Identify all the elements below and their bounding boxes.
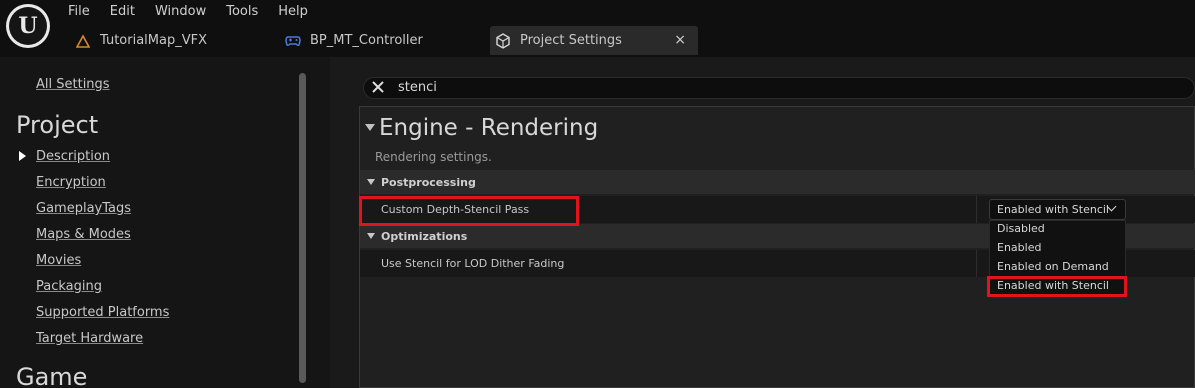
tab-label: TutorialMap_VFX xyxy=(100,33,208,48)
gamepad-icon xyxy=(284,32,302,50)
project-heading: Project xyxy=(16,111,99,139)
section-title: Engine - Rendering xyxy=(379,115,599,141)
menu-help[interactable]: Help xyxy=(276,4,326,20)
tab-bp-mt-controller[interactable]: BP_MT_Controller xyxy=(284,26,484,55)
section-subtitle: Rendering settings. xyxy=(375,150,492,164)
sidebar-item-gameplaytags[interactable]: GameplayTags xyxy=(36,201,131,217)
sidebar-item-maps-modes[interactable]: Maps & Modes xyxy=(36,227,131,243)
level-icon xyxy=(74,32,92,50)
all-settings-link[interactable]: All Settings xyxy=(36,77,110,93)
highlight-box-option xyxy=(987,276,1127,297)
settings-cube-icon xyxy=(494,32,512,50)
sidebar-item-movies[interactable]: Movies xyxy=(36,253,81,269)
category-collapse-icon[interactable] xyxy=(367,233,375,239)
highlight-box-property xyxy=(359,196,579,226)
menu-tools[interactable]: Tools xyxy=(224,4,276,20)
sidebar-item-encryption[interactable]: Encryption xyxy=(36,175,106,191)
category-collapse-icon[interactable] xyxy=(367,179,375,185)
search-value[interactable]: stenci xyxy=(398,80,437,96)
select-value: Enabled with Stencil xyxy=(997,203,1109,216)
dropdown-option-disabled[interactable]: Disabled xyxy=(997,222,1045,236)
dropdown-option-enabled[interactable]: Enabled xyxy=(997,241,1041,255)
sidebar-item-description[interactable]: Description xyxy=(36,149,110,165)
tab-project-settings[interactable]: Project Settings × xyxy=(490,26,698,55)
menu-file[interactable]: File xyxy=(66,4,108,20)
category-label: Postprocessing xyxy=(381,176,476,189)
property-label: Use Stencil for LOD Dither Fading xyxy=(381,257,565,270)
dropdown-option-enabled-on-demand[interactable]: Enabled on Demand xyxy=(997,260,1109,274)
clear-search-icon[interactable] xyxy=(370,80,386,96)
game-heading: Game xyxy=(16,363,88,388)
unreal-logo-icon[interactable]: U xyxy=(6,4,50,48)
sidebar-item-supported-platforms[interactable]: Supported Platforms xyxy=(36,305,169,321)
category-label: Optimizations xyxy=(381,230,468,243)
tab-label: Project Settings xyxy=(520,33,622,48)
title-bar: U File Edit Window Tools Help TutorialMa… xyxy=(0,0,1195,57)
tab-tutorialmap-vfx[interactable]: TutorialMap_VFX xyxy=(74,26,274,55)
column-divider[interactable] xyxy=(976,196,977,223)
tab-close-button[interactable]: × xyxy=(674,32,686,48)
menu-bar: File Edit Window Tools Help xyxy=(66,4,326,20)
custom-depth-stencil-select[interactable]: Enabled with Stencil xyxy=(989,199,1126,220)
sidebar-item-target-hardware[interactable]: Target Hardware xyxy=(36,331,143,347)
sidebar-item-packaging[interactable]: Packaging xyxy=(36,279,102,295)
tab-label: BP_MT_Controller xyxy=(310,33,423,48)
section-collapse-icon[interactable] xyxy=(365,124,375,131)
category-postprocessing[interactable] xyxy=(360,170,1195,194)
sidebar-scrollbar[interactable] xyxy=(299,73,306,383)
menu-edit[interactable]: Edit xyxy=(108,4,153,20)
menu-window[interactable]: Window xyxy=(153,4,224,20)
search-input[interactable] xyxy=(363,77,1195,99)
column-divider[interactable] xyxy=(976,250,977,277)
selected-arrow-icon xyxy=(19,151,26,161)
